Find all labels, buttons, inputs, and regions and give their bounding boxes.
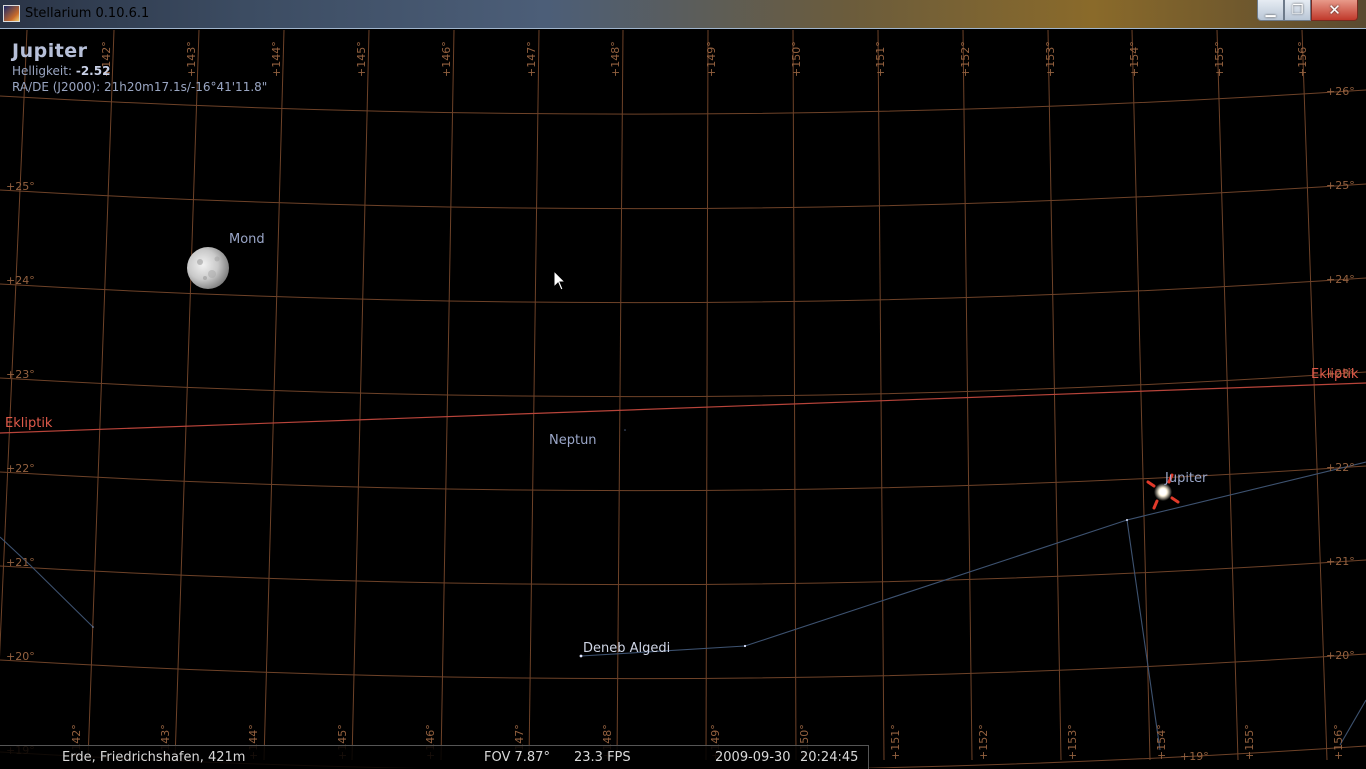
constellation-lines xyxy=(0,461,1366,751)
close-button[interactable]: ✕ xyxy=(1311,0,1358,21)
restore-icon: ❐ xyxy=(1291,2,1304,18)
grid-tick-top: +154° xyxy=(1128,41,1141,77)
moon[interactable] xyxy=(187,247,229,289)
grid-tick-left: +23° xyxy=(6,368,35,381)
grid-tick-right: +24° xyxy=(1326,273,1355,286)
jupiter-disk[interactable] xyxy=(1159,488,1167,496)
grid-meridian xyxy=(1216,29,1239,761)
mouse-cursor-icon xyxy=(553,270,567,291)
constellation-line xyxy=(0,536,94,628)
moon-disk[interactable] xyxy=(187,247,229,289)
left-ticks: +25°+24°+23°+22°+21°+20°+19° xyxy=(6,180,35,757)
grid-parallel xyxy=(0,653,1366,680)
ecliptic-label-left: Ekliptik xyxy=(5,416,53,431)
grid-tick-right: +26° xyxy=(1326,85,1355,98)
object-radec: RA/DE (J2000): 21h20m17.1s/-16°41'11.8" xyxy=(12,80,268,94)
status-location[interactable]: Erde, Friedrichshafen, 421m xyxy=(62,750,245,765)
grid-parallel xyxy=(0,183,1366,210)
grid-tick-top: +145° xyxy=(355,41,368,77)
grid-tick-right: +25° xyxy=(1326,179,1355,192)
minimize-icon: ▁ xyxy=(1265,2,1276,18)
grid-meridian xyxy=(87,29,115,761)
top-ticks: +142° +143° +144° +145° +146° +147° +148° +149°… xyxy=(100,41,1309,77)
status-time[interactable]: 20:24:45 xyxy=(800,750,858,765)
grid-tick-left: +25° xyxy=(6,180,35,193)
sky-view[interactable]: +142° +143° +144° +145° +146° +147° +148° +149°… xyxy=(0,29,1366,768)
ecliptic-label-right: Ekliptik xyxy=(1311,367,1359,382)
star[interactable] xyxy=(743,644,747,648)
grid-tick-left: +22° xyxy=(6,462,35,475)
grid-tick-top: +151° xyxy=(874,41,887,77)
neptune-dot[interactable] xyxy=(624,429,626,431)
constellation-line xyxy=(1126,519,1161,751)
grid-tick-bottom: +152° xyxy=(977,724,990,760)
grid-tick-right: +19° xyxy=(1180,750,1209,763)
grid-tick-right: +20° xyxy=(1326,649,1355,662)
object-name: Jupiter xyxy=(12,40,88,62)
close-icon: ✕ xyxy=(1328,1,1341,19)
grid-tick-bottom: +156° xyxy=(1332,724,1345,760)
grid-tick-bottom: +154° xyxy=(1155,724,1168,760)
ecliptic-line xyxy=(0,382,1366,434)
maximize-button[interactable]: ❐ xyxy=(1284,0,1311,21)
object-brightness: Helligkeit: -2.52 xyxy=(12,64,267,78)
star[interactable] xyxy=(92,626,94,628)
grid-meridian xyxy=(1301,29,1328,761)
window-title: Stellarium 0.10.6.1 xyxy=(25,6,150,21)
status-date[interactable]: 2009-09-30 xyxy=(715,750,791,765)
grid-tick-left: +24° xyxy=(6,274,35,287)
grid-tick-top: +156° xyxy=(1296,41,1309,77)
grid-tick-top: +153° xyxy=(1044,41,1057,77)
grid-meridian xyxy=(877,29,885,761)
grid-tick-left: +20° xyxy=(6,650,35,663)
grid-tick-bottom: +153° xyxy=(1066,724,1079,760)
grid-tick-top: +149° xyxy=(705,41,718,77)
grid-parallel xyxy=(0,371,1366,398)
jupiter-label: Jupiter xyxy=(1164,471,1208,486)
grid-tick-top: +150° xyxy=(790,41,803,77)
status-fps: 23.3 FPS xyxy=(574,750,631,765)
brightness-value: -2.52 xyxy=(75,64,111,78)
grid-meridian xyxy=(528,29,540,761)
grid-tick-bottom: +151° xyxy=(889,724,902,760)
grid-tick-top: +152° xyxy=(959,41,972,77)
grid-meridian xyxy=(351,29,370,761)
window-controls: ▁ ❐ ✕ xyxy=(1257,0,1358,22)
stellarium-app-icon[interactable] xyxy=(3,5,20,22)
grid-tick-top: +144° xyxy=(270,41,283,77)
neptune-label: Neptun xyxy=(549,433,597,448)
grid-tick-top: +155° xyxy=(1213,41,1226,77)
grid-tick-right: +21° xyxy=(1326,555,1355,568)
grid-tick-right: +22° xyxy=(1326,461,1355,474)
deneb-algedi-label: Deneb Algedi xyxy=(583,641,670,656)
grid-meridian xyxy=(174,29,200,761)
grid-tick-bottom: +155° xyxy=(1243,724,1256,760)
grid-meridian xyxy=(962,29,973,761)
constellation-line xyxy=(580,461,1366,657)
grid-parallel xyxy=(0,559,1366,586)
brightness-label: Helligkeit: xyxy=(12,64,73,78)
star[interactable] xyxy=(1126,519,1128,521)
grid-meridian xyxy=(1131,29,1151,761)
moon-label: Mond xyxy=(229,232,265,247)
star-deneb-algedi[interactable] xyxy=(579,654,583,658)
equatorial-grid xyxy=(0,29,1366,768)
status-bar: Erde, Friedrichshafen, 421m FOV 7.87° 23… xyxy=(0,745,869,769)
grid-meridian xyxy=(705,29,709,761)
window-titlebar[interactable]: Stellarium 0.10.6.1 ▁ ❐ ✕ xyxy=(0,0,1366,29)
object-info-panel: Jupiter Helligkeit: -2.52 RA/DE (J2000):… xyxy=(12,40,267,94)
grid-meridian xyxy=(263,29,285,761)
grid-tick-top: +146° xyxy=(440,41,453,77)
grid-tick-top: +147° xyxy=(525,41,538,77)
minimize-button[interactable]: ▁ xyxy=(1257,0,1284,21)
right-ticks: +26°+25°+24°+23°+22°+21°+20°+19° xyxy=(1180,85,1355,763)
status-fov: FOV 7.87° xyxy=(484,750,550,765)
grid-tick-left: +21° xyxy=(6,556,35,569)
grid-tick-top: +148° xyxy=(609,41,622,77)
